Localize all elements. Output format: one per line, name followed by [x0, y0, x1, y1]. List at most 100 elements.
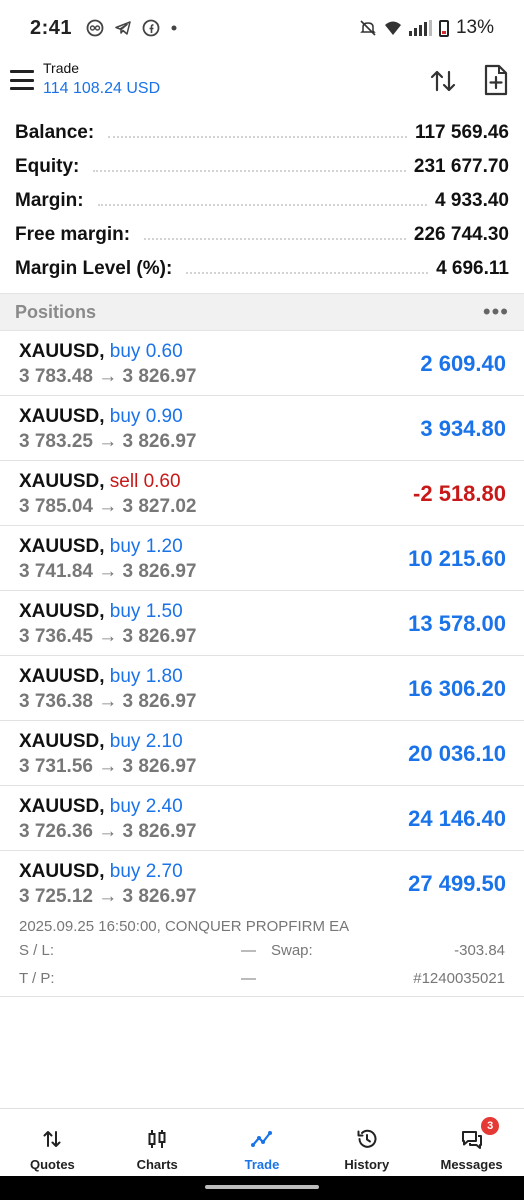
trade-trend-icon [250, 1131, 272, 1147]
position-type: buy 0.60 [109, 341, 183, 362]
summary-row-free-margin: Free margin: 226 744.30 [0, 218, 524, 252]
system-nav-bar [0, 1176, 524, 1200]
dot-icon [171, 25, 177, 31]
position-comment: 2025.09.25 16:50:00, CONQUER PROPFIRM EA [19, 918, 350, 935]
dotted-leader [144, 238, 406, 240]
position-prices: 3 736.38 → 3 826.97 [19, 691, 197, 712]
status-time: 2:41 [30, 16, 73, 39]
dotted-leader [97, 204, 428, 206]
sl-value: — [241, 942, 256, 959]
summary-label: Equity: [15, 156, 88, 178]
summary-value: 226 744.30 [413, 224, 509, 245]
position-symbol: XAUUSD, [19, 471, 105, 492]
sort-icon[interactable] [428, 66, 458, 96]
messages-badge: 3 [481, 1117, 500, 1135]
history-icon [357, 1129, 377, 1148]
position-prices: 3 741.84 → 3 826.97 [19, 561, 197, 582]
nav-trade[interactable]: Trade [210, 1109, 315, 1176]
position-profit: 24 146.40 [408, 806, 506, 831]
position-prices: 3 736.45 → 3 826.97 [19, 626, 197, 647]
position-type: buy 2.70 [109, 861, 183, 882]
position-symbol: XAUUSD, [19, 341, 105, 362]
nav-label: Quotes [30, 1157, 75, 1172]
position-detail-tp: T / P: — #1240035021 [19, 970, 505, 990]
position-prices: 3 783.48 → 3 826.97 [19, 366, 197, 387]
nav-charts[interactable]: Charts [105, 1109, 210, 1176]
position-symbol: XAUUSD, [19, 406, 105, 427]
menu-icon[interactable] [10, 70, 34, 90]
summary-value: 4 933.40 [435, 190, 509, 211]
nav-label: Charts [136, 1157, 178, 1172]
more-options-icon[interactable]: ••• [483, 301, 509, 323]
position-row[interactable]: XAUUSD, buy 0.90 3 783.25 → 3 826.97 3 9… [0, 396, 524, 461]
position-title: XAUUSD, buy 1.50 [19, 601, 183, 623]
swap-label: Swap: [271, 942, 313, 959]
summary-value: 231 677.70 [413, 156, 509, 177]
position-profit: 16 306.20 [408, 676, 506, 701]
position-title: XAUUSD, buy 2.40 [19, 796, 183, 818]
position-row[interactable]: XAUUSD, buy 2.10 3 731.56 → 3 826.97 20 … [0, 721, 524, 786]
ticket-number: #1240035021 [413, 970, 505, 987]
positions-list: XAUUSD, buy 0.60 3 783.48 → 3 826.97 2 6… [0, 331, 524, 997]
position-profit: 20 036.10 [408, 741, 506, 766]
app-header: Trade 114 108.24 USD [0, 56, 524, 110]
quotes-icon [43, 1131, 61, 1147]
new-order-icon[interactable] [482, 64, 510, 96]
summary-value: 4 696.11 [436, 258, 509, 279]
position-title: XAUUSD, buy 2.10 [19, 731, 183, 753]
positions-header: Positions ••• [0, 293, 524, 331]
position-row[interactable]: XAUUSD, buy 1.50 3 736.45 → 3 826.97 13 … [0, 591, 524, 656]
sl-label: S / L: [19, 942, 55, 959]
sync-icon [86, 19, 104, 37]
position-title: XAUUSD, buy 1.20 [19, 536, 183, 558]
position-row[interactable]: XAUUSD, sell 0.60 3 785.04 → 3 827.02 -2… [0, 461, 524, 526]
position-prices: 3 731.56 → 3 826.97 [19, 756, 197, 777]
position-type: sell 0.60 [109, 471, 181, 492]
summary-row-balance: Balance: 117 569.46 [0, 116, 524, 150]
position-symbol: XAUUSD, [19, 861, 105, 882]
position-title: XAUUSD, buy 2.70 [19, 861, 183, 883]
nav-label: Trade [244, 1157, 280, 1172]
position-title: XAUUSD, buy 0.60 [19, 341, 183, 363]
position-profit: 13 578.00 [408, 611, 506, 636]
position-symbol: XAUUSD, [19, 731, 105, 752]
position-profit: 3 934.80 [420, 416, 506, 441]
nav-messages[interactable]: 3 Messages [419, 1109, 524, 1176]
position-prices: 3 785.04 → 3 827.02 [19, 496, 197, 517]
nav-history[interactable]: History [314, 1109, 419, 1176]
status-bar: 2:41 13% [0, 0, 524, 56]
position-prices: 3 725.12 → 3 826.97 [19, 886, 197, 907]
tp-label: T / P: [19, 970, 55, 987]
position-title: XAUUSD, sell 0.60 [19, 471, 181, 493]
home-gesture-handle[interactable] [205, 1185, 319, 1189]
position-profit: 27 499.50 [408, 871, 506, 896]
position-row[interactable]: XAUUSD, buy 2.40 3 726.36 → 3 826.97 24 … [0, 786, 524, 851]
summary-label: Margin: [15, 190, 92, 212]
position-symbol: XAUUSD, [19, 796, 105, 817]
summary-row-margin: Margin: 4 933.40 [0, 184, 524, 218]
position-symbol: XAUUSD, [19, 536, 105, 557]
position-row[interactable]: XAUUSD, buy 1.80 3 736.38 → 3 826.97 16 … [0, 656, 524, 721]
nav-quotes[interactable]: Quotes [0, 1109, 105, 1176]
position-row[interactable]: XAUUSD, buy 0.60 3 783.48 → 3 826.97 2 6… [0, 331, 524, 396]
position-profit: -2 518.80 [413, 481, 506, 506]
nav-label: Messages [440, 1157, 503, 1172]
position-title: XAUUSD, buy 0.90 [19, 406, 183, 428]
summary-row-margin-level: Margin Level (%): 4 696.11 [0, 252, 524, 286]
position-row[interactable]: XAUUSD, buy 1.20 3 741.84 → 3 826.97 10 … [0, 526, 524, 591]
facebook-icon [142, 19, 160, 37]
position-type: buy 2.40 [109, 796, 183, 817]
wifi-icon [384, 21, 401, 35]
dotted-leader [93, 170, 406, 172]
dotted-leader [108, 136, 407, 138]
header-balance: 114 108.24 USD [43, 80, 161, 97]
positions-title: Positions [15, 301, 97, 322]
candlestick-chart-icon [148, 1130, 166, 1148]
summary-label: Free margin: [15, 224, 139, 246]
mute-icon [360, 20, 376, 36]
swap-value: -303.84 [454, 942, 505, 959]
summary-label: Margin Level (%): [15, 258, 181, 280]
position-row-expanded[interactable]: XAUUSD, buy 2.70 3 725.12 → 3 826.97 27 … [0, 851, 524, 997]
telegram-icon [115, 21, 131, 35]
page-title: Trade [43, 60, 80, 76]
